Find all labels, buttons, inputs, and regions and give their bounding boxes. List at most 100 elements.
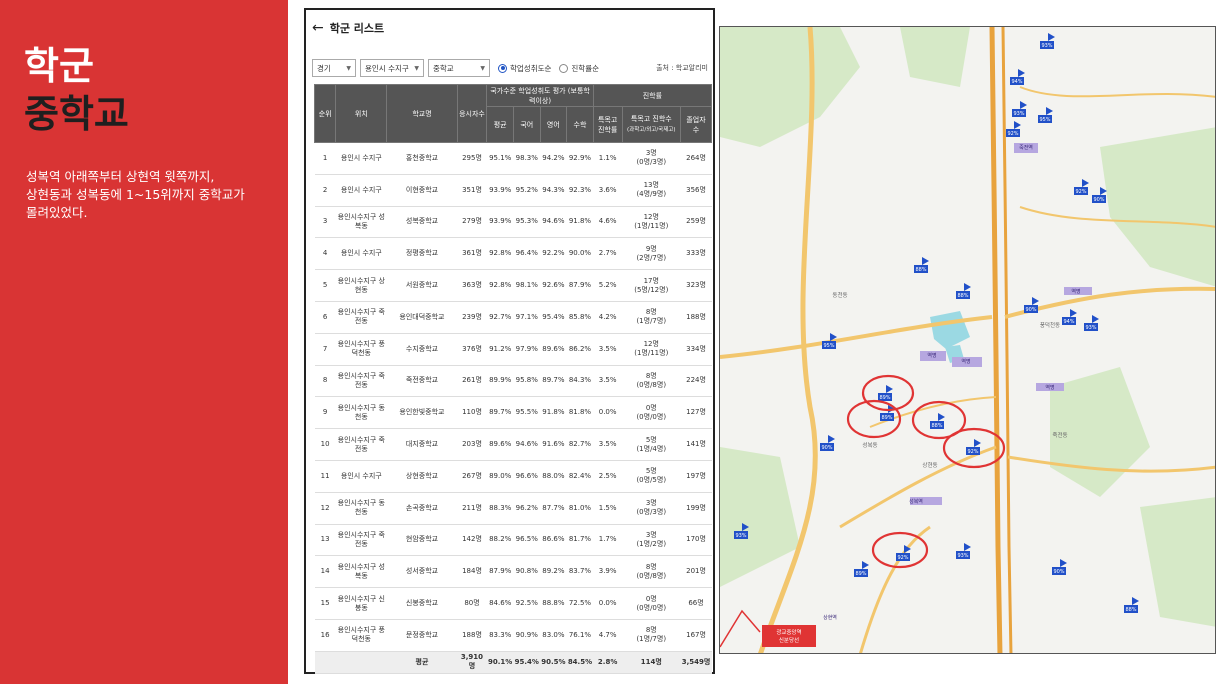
cell-avg: 92.7% xyxy=(486,301,514,334)
station-label: 역명 xyxy=(927,352,936,359)
cell-graduates: 199명 xyxy=(680,492,712,525)
school-pin[interactable]: 93% xyxy=(1084,315,1099,331)
cell-avg: 91.2% xyxy=(486,333,514,366)
table-row[interactable]: 3 용인시수지구 성복동 성복중학교 279명 93.9% 95.3% 94.6% 91.8%… xyxy=(314,206,712,239)
cell-rank: 6 xyxy=(314,301,336,334)
table-row[interactable]: 13 용인시수지구 죽전동 현암중학교 142명 88.2% 96.5% 86.6% 81.7… xyxy=(314,524,712,557)
cell-graduates: 197명 xyxy=(680,460,712,493)
cell-special-rate: 5.2% xyxy=(593,269,622,302)
cell-special-count: 8명 (0명/8명) xyxy=(622,555,681,589)
school-pin[interactable]: 93% xyxy=(1012,101,1027,117)
table-row[interactable]: 1 용인시 수지구 홍천중학교 295명 95.1% 98.3% 94.2% 92.9% 1.1… xyxy=(314,142,712,175)
pin-label: 94% xyxy=(1063,319,1074,325)
table-row[interactable]: 15 용인시수지구 신봉동 신봉중학교 80명 84.6% 92.5% 88.8% 72.5%… xyxy=(314,587,712,620)
cell-math: 81.0% xyxy=(566,492,594,525)
school-pin[interactable]: 92% xyxy=(1006,121,1021,137)
cell-location: 용인시수지구 상현동 xyxy=(335,269,387,302)
cell-school: 성복중학교 xyxy=(386,206,458,239)
region-select[interactable]: 경기 ▼ xyxy=(312,59,356,77)
pin-label: 93% xyxy=(735,533,746,539)
cell-korean: 96.6% xyxy=(513,460,541,493)
station-labels: 죽전역 역명 역명 역명역명 성복역 상현역 xyxy=(823,144,1081,621)
table-row[interactable]: 8 용인시수지구 죽전동 죽전중학교 261명 89.9% 95.8% 89.7% 84.3%… xyxy=(314,365,712,398)
map-panel[interactable]: 죽전역 역명 역명 역명 역명 성복역 상현역 성복동 상현동 풍덕천동 죽전동 동천동 … xyxy=(719,26,1216,654)
school-pin[interactable]: 93% xyxy=(1040,33,1055,49)
cell-avg: 84.6% xyxy=(486,587,514,620)
cell-school: 용인한빛중학교 xyxy=(386,396,458,430)
table-row[interactable]: 5 용인시수지구 상현동 서원중학교 363명 92.8% 98.1% 92.6% 87.9%… xyxy=(314,269,712,302)
green-areas xyxy=(720,27,1215,627)
col-korean: 국어 xyxy=(512,106,541,143)
cell-special-rate: 3.5% xyxy=(593,428,622,461)
cell-korean: 98.1% xyxy=(513,269,541,302)
school-pin[interactable]: 95% xyxy=(1038,107,1053,123)
cell-location: 용인시수지구 죽전동 xyxy=(335,365,387,398)
school-pin[interactable]: 90% xyxy=(820,435,835,451)
school-pin[interactable]: 89% xyxy=(854,561,869,577)
school-pin[interactable]: 88% xyxy=(956,283,971,299)
sort-achievement-radio[interactable]: 학업성취도순 xyxy=(498,63,551,74)
cell-school: 이현중학교 xyxy=(386,174,458,207)
flag-icon xyxy=(938,413,945,421)
cell-location: 용인시수지구 죽전동 xyxy=(335,301,387,334)
table-row[interactable]: 16 용인시수지구 풍덕천동 문정중학교 188명 83.3% 90.9% 83.0% 76.… xyxy=(314,619,712,652)
cell-avg: 89.6% xyxy=(486,428,514,461)
pin-label: 89% xyxy=(855,571,866,577)
school-level-select[interactable]: 중학교 ▼ xyxy=(428,59,490,77)
cell-korean: 90.9% xyxy=(513,619,541,652)
district-select[interactable]: 용인시 수지구 ▼ xyxy=(360,59,424,77)
table-row[interactable]: 6 용인시수지구 죽전동 용인대덕중학교 239명 92.7% 97.1% 95.4% 85.… xyxy=(314,301,712,334)
avg-cell-rate: 2.8% xyxy=(593,651,622,674)
school-pin[interactable]: 90% xyxy=(1092,187,1107,203)
pin-label: 92% xyxy=(1075,189,1086,195)
school-pin[interactable]: 92% xyxy=(966,439,981,455)
flag-icon xyxy=(964,283,971,291)
cell-school: 홍천중학교 xyxy=(386,142,458,175)
school-pin[interactable]: 94% xyxy=(1010,69,1025,85)
school-pin[interactable]: 88% xyxy=(1124,597,1139,613)
pin-label: 92% xyxy=(1007,131,1018,137)
map-canvas[interactable]: 죽전역 역명 역명 역명역명 성복역 상현역 성복동상현동풍덕천동죽전동동천동 … xyxy=(720,27,1216,654)
cell-special-count: 5명 (0명/5명) xyxy=(622,460,681,493)
school-pin[interactable]: 88% xyxy=(914,257,929,273)
table-row[interactable]: 4 용인시 수지구 정평중학교 361명 92.8% 96.4% 92.2% 90.0% 2.7… xyxy=(314,237,712,271)
table-row[interactable]: 11 용인시 수지구 상현중학교 267명 89.0% 96.6% 88.0% 82.4% 2.… xyxy=(314,460,712,493)
source-label: 출처 : 학교알리미 xyxy=(656,64,708,72)
cell-rank: 16 xyxy=(314,619,336,652)
table-row[interactable]: 9 용인시수지구 동천동 용인한빛중학교 110명 89.7% 95.5% 91.8% 81.… xyxy=(314,396,712,430)
table-row[interactable]: 7 용인시수지구 풍덕천동 수지중학교 376명 91.2% 97.9% 89.6% 86.2… xyxy=(314,333,712,366)
sort-advancement-radio[interactable]: 진학률순 xyxy=(559,63,599,74)
flag-icon xyxy=(1020,101,1027,109)
school-pin[interactable]: 89% xyxy=(878,385,893,401)
area-label: 동천동 xyxy=(832,291,847,299)
radio-selected-icon xyxy=(498,63,507,73)
cell-rank: 12 xyxy=(314,492,336,525)
cell-test-takers: 142명 xyxy=(457,524,487,557)
cell-special-rate: 3.9% xyxy=(593,555,622,589)
school-pin[interactable]: 88% xyxy=(930,413,945,429)
flag-icon xyxy=(1070,309,1077,317)
back-arrow-icon[interactable]: ← xyxy=(312,20,324,36)
flag-icon xyxy=(922,257,929,265)
school-pin[interactable]: 95% xyxy=(822,333,837,349)
school-pin[interactable]: 90% xyxy=(1024,297,1039,313)
school-pin[interactable]: 92% xyxy=(1074,179,1089,195)
cell-school: 정평중학교 xyxy=(386,237,458,271)
table-row[interactable]: 12 용인시수지구 동천동 손곡중학교 211명 88.3% 96.2% 87.7% 81.0… xyxy=(314,492,712,525)
cell-avg: 95.1% xyxy=(486,142,514,175)
table-row[interactable]: 14 용인시수지구 성복동 성서중학교 184명 87.9% 90.8% 89.2% 83.7… xyxy=(314,555,712,589)
school-pin[interactable]: 90% xyxy=(1052,559,1067,575)
cell-graduates: 66명 xyxy=(680,587,712,620)
col-test-takers: 응시자수 xyxy=(456,84,488,143)
table-row[interactable]: 10 용인시수지구 죽전동 대지중학교 203명 89.6% 94.6% 91.6% 82.7… xyxy=(314,428,712,461)
cell-math: 90.0% xyxy=(566,237,594,271)
school-pin[interactable]: 93% xyxy=(956,543,971,559)
cell-rank: 2 xyxy=(314,174,336,207)
school-pin[interactable]: 94% xyxy=(1062,309,1077,325)
pin-label: 93% xyxy=(1041,43,1052,49)
cell-rank: 11 xyxy=(314,460,336,493)
col-avg: 평균 xyxy=(486,106,514,143)
cell-location: 용인시 수지구 xyxy=(335,174,387,207)
table-row[interactable]: 2 용인시 수지구 이현중학교 351명 93.9% 95.2% 94.3% 92.3% 3.6… xyxy=(314,174,712,207)
cell-test-takers: 110명 xyxy=(457,396,487,430)
